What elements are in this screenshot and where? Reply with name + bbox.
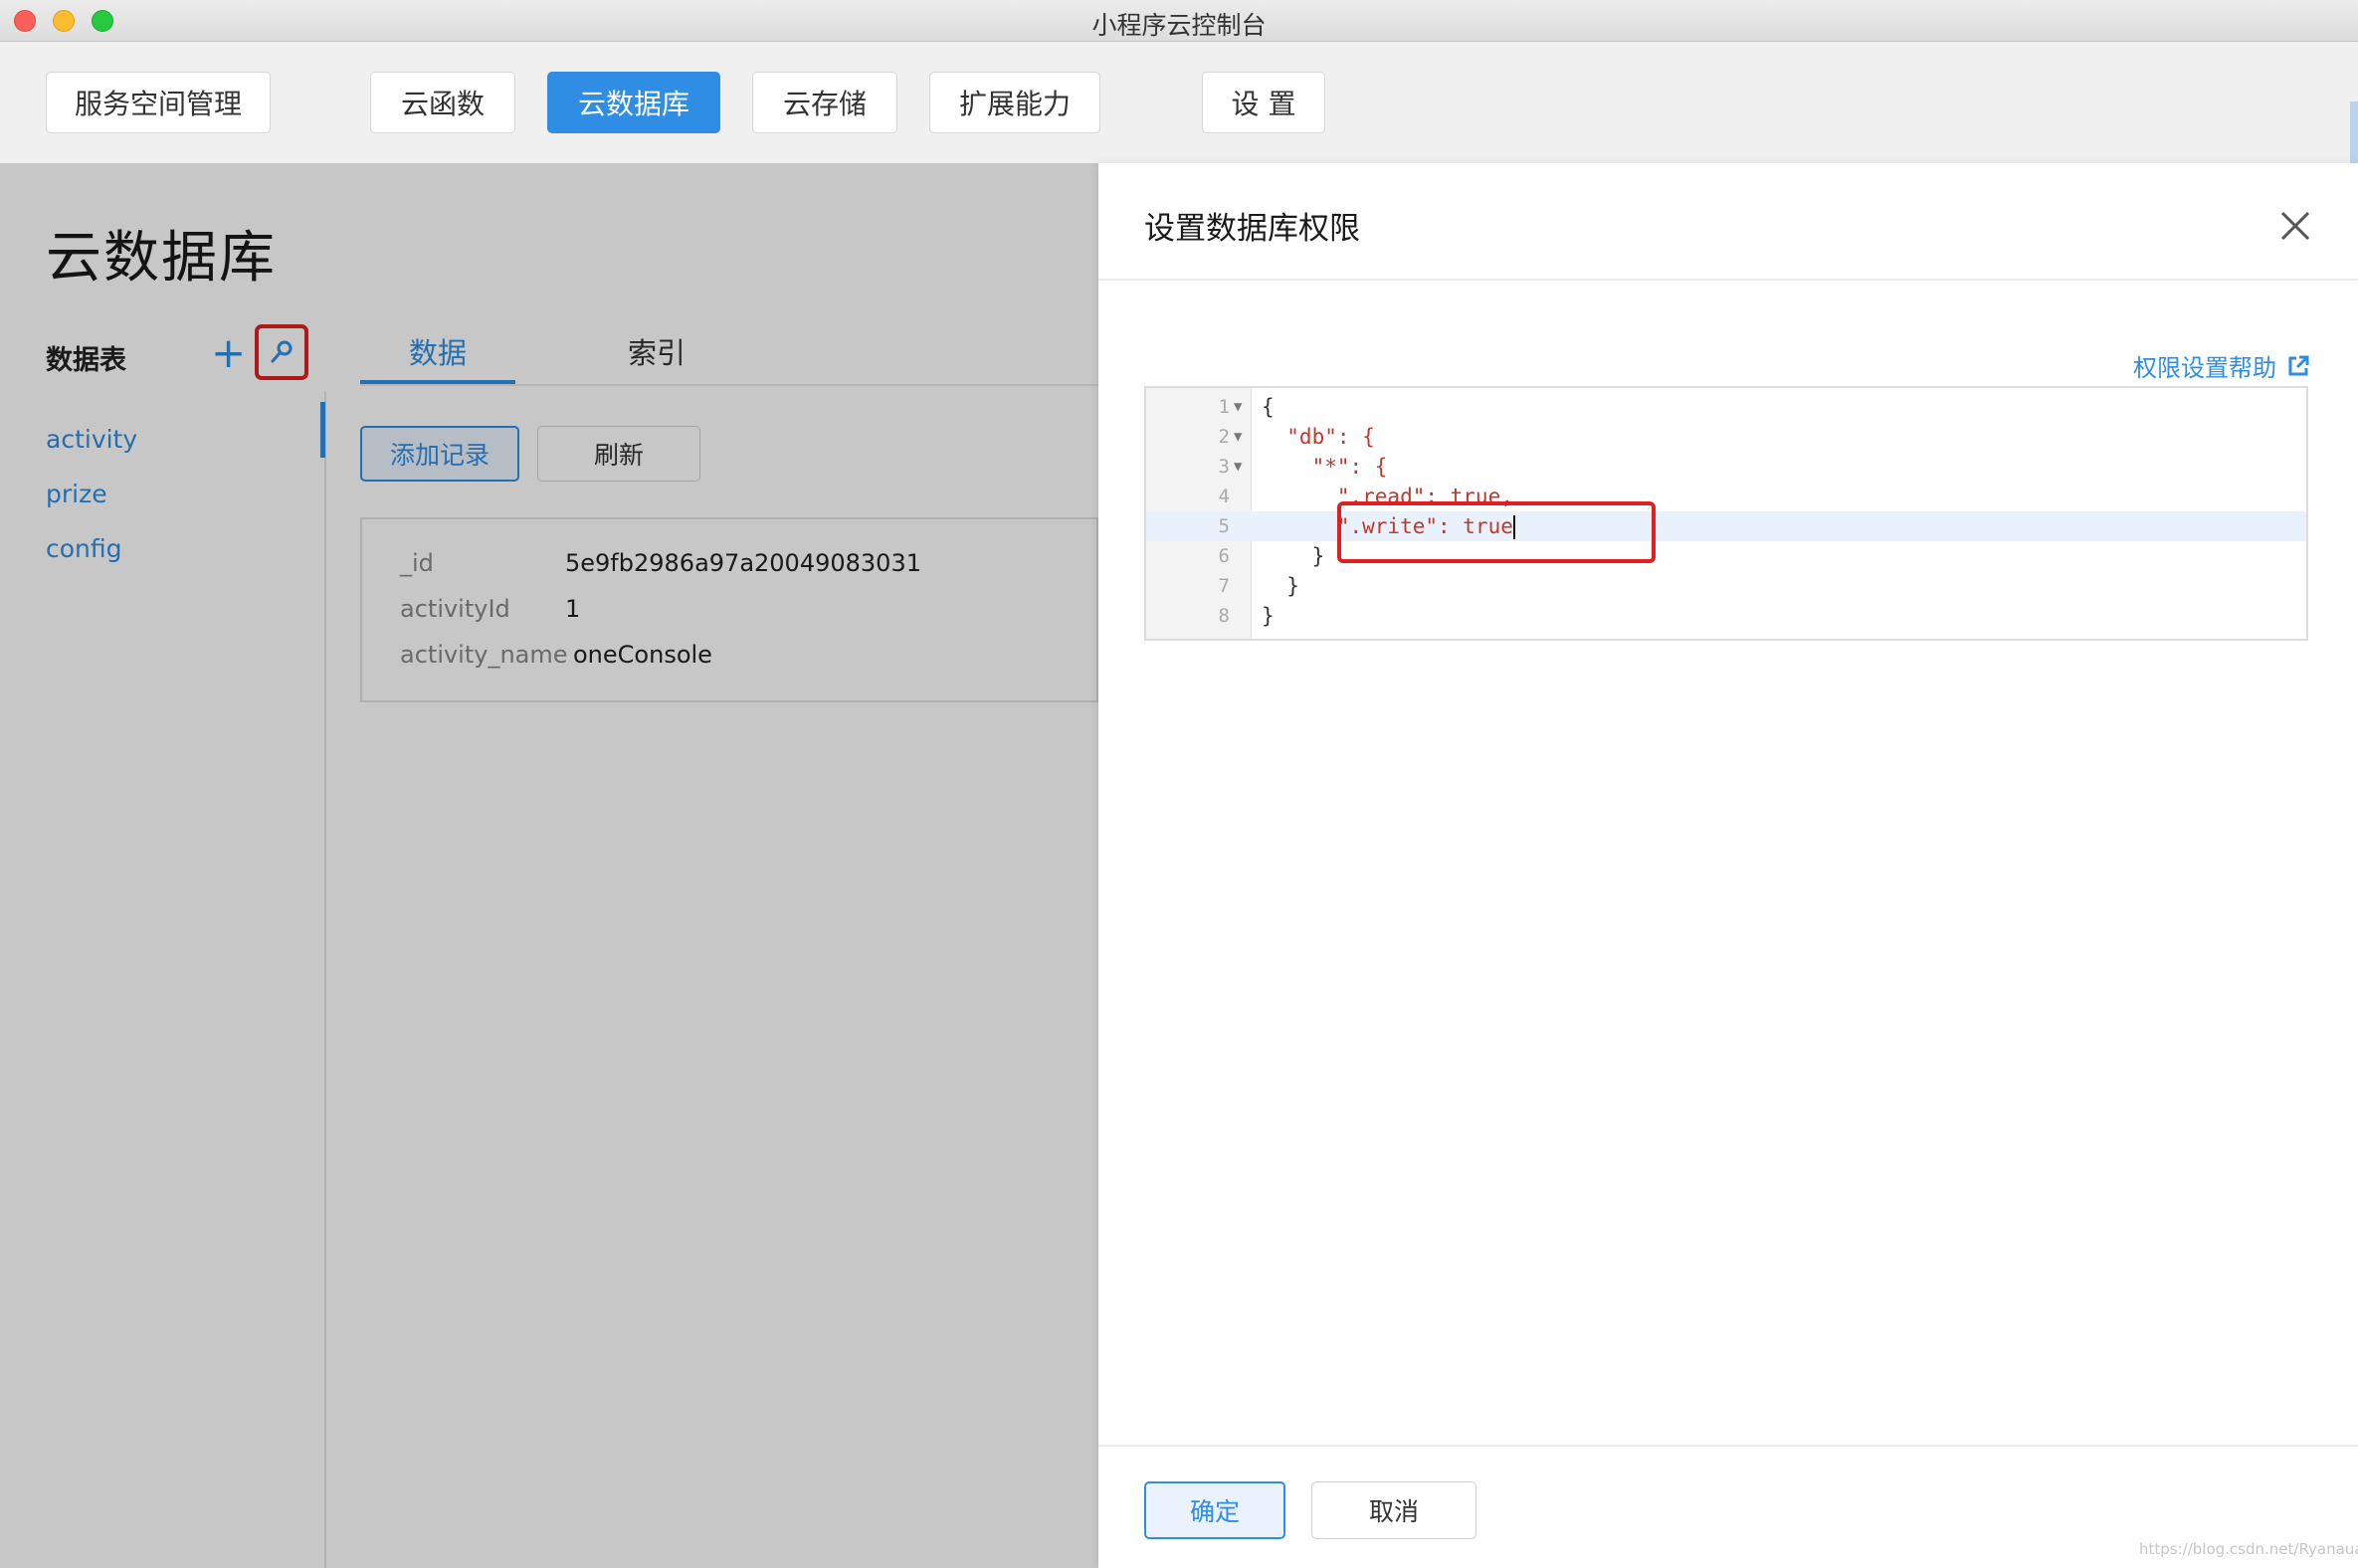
line-number: 1 — [1218, 396, 1230, 418]
help-link-label: 权限设置帮助 — [2133, 354, 2276, 382]
drawer-footer-divider — [1098, 1445, 2358, 1447]
line-number: 3 — [1218, 456, 1230, 478]
code-text: } — [1262, 544, 1325, 568]
watermark: https://blog.csdn.net/Ryanaua — [2139, 1540, 2358, 1558]
code-text: ".read": true, — [1262, 485, 1513, 508]
code-line: 1 ▼ { — [1146, 392, 2306, 422]
code-line-active: 5 ".write": true — [1146, 511, 2306, 541]
line-number: 4 — [1218, 486, 1230, 507]
code-line: 7 } — [1146, 571, 2306, 601]
permissions-drawer: 设置数据库权限 权限设置帮助 1 ▼ { 2 ▼ "db": { 3 ▼ "*"… — [1098, 163, 2358, 1568]
code-text: "db": { — [1262, 425, 1375, 449]
close-icon[interactable] — [2274, 205, 2316, 247]
nav-cloud-functions-button[interactable]: 云函数 — [370, 72, 515, 133]
code-line: 8 } — [1146, 601, 2306, 631]
line-number: 6 — [1218, 545, 1230, 567]
code-text: } — [1262, 604, 1275, 628]
code-text: "*": { — [1262, 455, 1388, 479]
fold-arrow-icon[interactable]: ▼ — [1234, 392, 1242, 422]
line-number: 5 — [1218, 515, 1230, 537]
window-titlebar: 小程序云控制台 — [0, 0, 2358, 42]
line-number: 7 — [1218, 575, 1230, 597]
fold-arrow-icon[interactable]: ▼ — [1234, 422, 1242, 452]
nav-service-space-button[interactable]: 服务空间管理 — [46, 72, 271, 133]
line-number: 8 — [1218, 605, 1230, 627]
external-link-icon — [2288, 355, 2309, 375]
drawer-title: 设置数据库权限 — [1144, 211, 1360, 247]
code-line: 6 } — [1146, 541, 2306, 571]
confirm-button[interactable]: 确定 — [1144, 1481, 1285, 1539]
window-title: 小程序云控制台 — [1091, 11, 1267, 40]
line-number: 2 — [1218, 426, 1230, 448]
code-line: 4 ".read": true, — [1146, 482, 2306, 511]
top-nav: 服务空间管理 云函数 云数据库 云存储 扩展能力 设 置 — [0, 42, 2358, 193]
permissions-help-link[interactable]: 权限设置帮助 — [2133, 348, 2310, 383]
nav-settings-button[interactable]: 设 置 — [1202, 72, 1325, 133]
code-text: { — [1262, 395, 1275, 419]
nav-cloud-storage-button[interactable]: 云存储 — [752, 72, 897, 133]
nav-cloud-database-button[interactable]: 云数据库 — [547, 72, 720, 133]
code-line: 2 ▼ "db": { — [1146, 422, 2306, 452]
modal-overlay[interactable] — [0, 163, 1098, 1568]
nav-extensions-button[interactable]: 扩展能力 — [929, 72, 1100, 133]
cancel-button[interactable]: 取消 — [1311, 1481, 1476, 1539]
text-cursor — [1512, 515, 1515, 539]
drawer-header-divider — [1098, 279, 2358, 281]
permissions-json-editor[interactable]: 1 ▼ { 2 ▼ "db": { 3 ▼ "*": { 4 ".read": … — [1144, 386, 2308, 641]
code-text: ".write": true — [1262, 511, 1515, 541]
code-text: } — [1262, 574, 1299, 598]
close-glyph — [2280, 211, 2310, 241]
fold-arrow-icon[interactable]: ▼ — [1234, 452, 1242, 482]
code-text-content: ".write": true — [1262, 514, 1513, 538]
code-line: 3 ▼ "*": { — [1146, 452, 2306, 482]
